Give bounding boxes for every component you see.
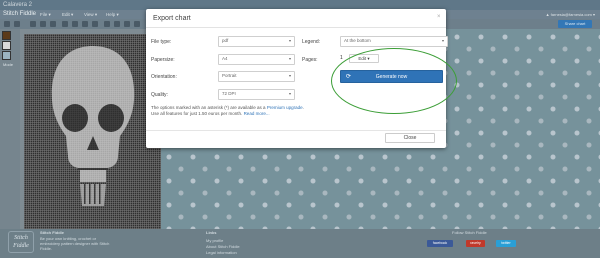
- tool-icon[interactable]: [92, 21, 98, 27]
- skull-pattern: [51, 46, 135, 206]
- footer-link-legal[interactable]: Legal information: [206, 250, 237, 255]
- tool-icon[interactable]: [82, 21, 88, 27]
- tool-icon[interactable]: [72, 21, 78, 27]
- tool-icon[interactable]: [4, 21, 10, 27]
- footer-link-about[interactable]: About Stitch Fiddle: [206, 244, 240, 249]
- stitch-fiddle-logo: Stitch Fiddle: [8, 231, 34, 253]
- chevron-down-icon: ▾: [288, 91, 291, 96]
- highlight-circle: [331, 48, 457, 114]
- tool-icon[interactable]: [14, 21, 20, 27]
- tool-icon[interactable]: [134, 21, 140, 27]
- orientation-value: Portrait: [222, 73, 237, 78]
- info-text: Use all features for just 1.50 euros per…: [151, 111, 243, 116]
- quality-label: Quality:: [151, 92, 168, 98]
- papersize-select[interactable]: A4 ▾: [218, 54, 295, 65]
- color-swatch[interactable]: [2, 31, 11, 40]
- file-type-label: File type:: [151, 39, 172, 45]
- menu-edit[interactable]: Edit ▾: [62, 10, 73, 19]
- menu-file[interactable]: File ▾: [40, 10, 51, 19]
- logo-line: Stitch: [14, 235, 28, 241]
- tool-icon[interactable]: [40, 21, 46, 27]
- footer-links-title: Links: [206, 230, 217, 235]
- tool-icon[interactable]: [124, 21, 130, 27]
- close-icon[interactable]: ×: [437, 14, 441, 20]
- pencil-icon[interactable]: [104, 21, 110, 27]
- footer-about-title: Stitch Fiddle: [40, 230, 64, 235]
- close-button[interactable]: Close: [385, 133, 435, 143]
- quality-value: 72 DPI: [222, 91, 236, 96]
- color-swatch[interactable]: [2, 41, 11, 50]
- dialog-header: [146, 9, 446, 28]
- logo-line: Fiddle: [13, 243, 29, 249]
- file-type-select[interactable]: pdf ▾: [218, 36, 295, 47]
- twitter-button[interactable]: twitter: [496, 240, 516, 247]
- menu-view[interactable]: View ▾: [84, 10, 97, 19]
- chevron-down-icon: ▾: [441, 38, 444, 43]
- menu-help[interactable]: Help ▾: [106, 10, 119, 19]
- user-menu[interactable]: ▲ farnesia@farnesia.com ▾: [546, 10, 595, 19]
- chevron-down-icon: ▾: [288, 38, 291, 43]
- read-more-link[interactable]: Read more...: [244, 111, 270, 116]
- brand-logo[interactable]: Stitch Fiddle: [3, 10, 36, 19]
- papersize-value: A4: [222, 56, 228, 61]
- footer-follow-title: Follow Stitch Fiddle: [452, 230, 487, 235]
- file-type-value: pdf: [222, 38, 229, 43]
- orientation-select[interactable]: Portrait ▾: [218, 71, 295, 82]
- tool-icon[interactable]: [30, 21, 36, 27]
- papersize-label: Papersize:: [151, 57, 175, 63]
- facebook-button[interactable]: facebook: [427, 240, 453, 247]
- tool-icon[interactable]: [62, 21, 68, 27]
- footer-link-profile[interactable]: My profile: [206, 238, 223, 243]
- ravelry-button[interactable]: ravelry: [466, 240, 485, 247]
- dialog-title: Export chart: [153, 15, 191, 22]
- legend-select[interactable]: At the bottom ▾: [340, 36, 448, 47]
- chevron-down-icon: ▾: [288, 56, 291, 61]
- tool-icon[interactable]: [114, 21, 120, 27]
- legend-label: Legend:: [302, 39, 321, 45]
- share-chart-button[interactable]: Share chart: [558, 20, 592, 28]
- premium-upgrade-link[interactable]: Premium upgrade: [267, 105, 303, 110]
- footer-about-text: Be your own knitting, crochet or embroid…: [40, 236, 110, 251]
- mode-label[interactable]: Mode: [3, 62, 13, 67]
- info-text: The options marked with an asterisk (*) …: [151, 105, 266, 110]
- chevron-down-icon: ▾: [288, 73, 291, 78]
- premium-info-text: The options marked with an asterisk (*) …: [151, 105, 381, 117]
- legend-value: At the bottom: [344, 38, 371, 43]
- color-palette: [0, 29, 20, 229]
- pages-label: Pages:: [302, 57, 318, 63]
- quality-select[interactable]: 72 DPI ▾: [218, 89, 295, 100]
- info-text: .: [302, 105, 304, 110]
- tool-icon[interactable]: [50, 21, 56, 27]
- orientation-label: Orientation:: [151, 74, 177, 80]
- color-swatch[interactable]: [2, 51, 11, 60]
- dialog-footer-divider: [146, 130, 446, 131]
